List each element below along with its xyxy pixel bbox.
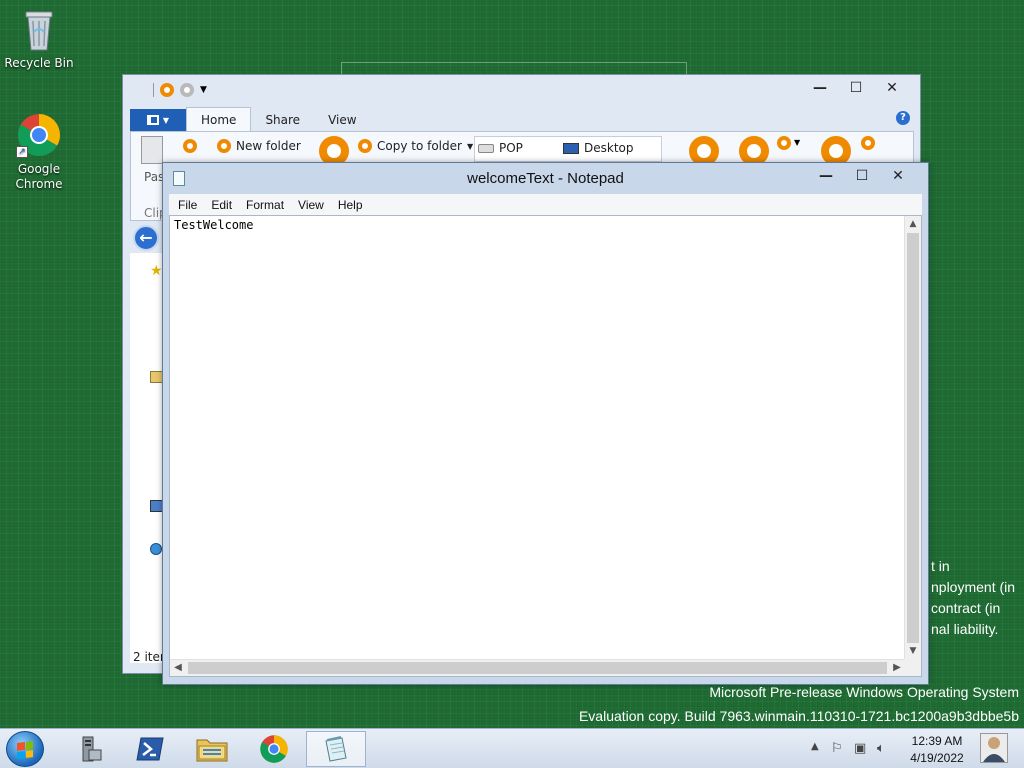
location-item[interactable]: POP [478, 141, 523, 155]
chevron-down-icon: ▼ [162, 115, 170, 125]
chevron-down-icon[interactable]: ▼ [200, 85, 207, 95]
menu-format[interactable]: Format [239, 198, 291, 212]
location-label: POP [499, 141, 523, 155]
ribbon-small-icon[interactable] [861, 136, 875, 150]
network-icon[interactable]: ▣ [854, 741, 866, 756]
scrollbar-corner [904, 659, 921, 676]
quick-access-toolbar: ▼ [153, 83, 207, 97]
notepad-window-controls: — ☐ ✕ [808, 165, 916, 187]
background-text-line: contract (in [931, 600, 1001, 616]
tab-view[interactable]: View [314, 109, 370, 131]
tab-home[interactable]: Home [186, 107, 252, 131]
notepad-menubar: File Edit Format View Help [169, 194, 922, 215]
scroll-up-icon[interactable]: ▲ [905, 216, 921, 232]
action-center-flag-icon[interactable]: ⚐ [831, 741, 843, 756]
menu-help[interactable]: Help [331, 198, 370, 212]
explorer-titlebar[interactable]: ▼ — ☐ ✕ [123, 75, 920, 105]
chevron-down-icon: ▼ [466, 141, 474, 151]
show-hidden-icons-button[interactable]: ▲ [811, 741, 819, 752]
system-tray: ▲ ⚐ ▣ 🔈︎ 12:39 AM 4/19/2022 [804, 729, 1024, 768]
chrome-icon [260, 735, 288, 763]
explorer-window-controls: — ☐ ✕ [802, 77, 910, 99]
chevron-down-icon[interactable]: ▼ [794, 138, 800, 147]
desktop-icon-google-chrome[interactable]: ↗ Google Chrome [1, 112, 77, 192]
clock-time: 12:39 AM [911, 734, 963, 748]
ribbon-small-icon[interactable] [183, 139, 197, 153]
location-label: Desktop [584, 141, 634, 155]
ribbon-small-icon[interactable] [777, 136, 791, 150]
minimize-button[interactable]: — [802, 77, 838, 99]
recycle-bin-icon [22, 6, 56, 52]
separator [153, 83, 154, 97]
notepad-icon [325, 736, 347, 762]
background-text-line: nployment (in [931, 579, 1016, 595]
back-button[interactable]: ← [133, 225, 159, 251]
copy-to-folder-button[interactable]: Copy to folder ▼ [358, 139, 473, 153]
quick-access-icon[interactable] [160, 83, 174, 97]
chrome-icon: ↗ [16, 112, 62, 158]
file-menu-button[interactable]: ▼ [130, 109, 186, 131]
horizontal-scroll-thumb[interactable] [188, 662, 887, 674]
taskbar-file-explorer[interactable] [182, 731, 242, 767]
maximize-button[interactable]: ☐ [838, 77, 874, 99]
server-manager-icon [82, 736, 102, 762]
file-menu-icon [146, 115, 159, 125]
paste-icon[interactable] [141, 136, 163, 164]
menu-view[interactable]: View [291, 198, 331, 212]
favorites-star-icon[interactable]: ★ [150, 263, 163, 279]
notepad-window: welcomeText - Notepad — ☐ ✕ File Edit Fo… [162, 162, 929, 685]
taskbar-powershell[interactable] [120, 731, 180, 767]
horizontal-scrollbar[interactable]: ◀ ▶ [170, 659, 905, 676]
taskbar-server-manager[interactable] [60, 731, 120, 767]
notepad-titlebar[interactable]: welcomeText - Notepad — ☐ ✕ [163, 163, 928, 193]
desktop-icon-recycle-bin[interactable]: Recycle Bin [1, 6, 77, 71]
minimize-button[interactable]: — [808, 165, 844, 187]
taskbar: ▲ ⚐ ▣ 🔈︎ 12:39 AM 4/19/2022 [0, 728, 1024, 768]
network-icon[interactable] [150, 543, 162, 555]
vertical-scrollbar[interactable]: ▲ ▼ [904, 216, 921, 659]
location-item[interactable]: Desktop [563, 141, 634, 155]
help-icon[interactable]: ? [896, 111, 910, 125]
close-button[interactable]: ✕ [880, 165, 916, 187]
new-folder-label: New folder [236, 139, 301, 153]
text-editor[interactable]: TestWelcome ▲ ▼ ◀ ▶ [169, 215, 922, 677]
windows-logo-icon [17, 741, 33, 759]
scroll-right-icon[interactable]: ▶ [889, 660, 905, 676]
taskbar-chrome[interactable] [244, 731, 304, 767]
background-text-line: t in [931, 558, 950, 574]
file-explorer-icon [196, 739, 228, 762]
copy-to-folder-icon [358, 139, 372, 153]
background-text-line: nal liability. [931, 621, 999, 637]
new-folder-button[interactable]: New folder [217, 139, 301, 153]
new-folder-icon [217, 139, 231, 153]
scroll-left-icon[interactable]: ◀ [170, 660, 186, 676]
watermark-line-1: Microsoft Pre-release Windows Operating … [709, 684, 1019, 700]
locations-gallery[interactable]: POP Desktop [474, 136, 662, 162]
desktop-icon [563, 142, 579, 154]
drive-icon [478, 143, 494, 153]
start-button[interactable] [6, 731, 44, 767]
quick-access-icon[interactable] [180, 83, 194, 97]
clock-date: 4/19/2022 [910, 751, 964, 765]
desktop-icon-label: Google Chrome [15, 162, 63, 191]
maximize-button[interactable]: ☐ [844, 165, 880, 187]
watermark-line-2: Evaluation copy. Build 7963.winmain.1103… [578, 708, 1019, 724]
menu-file[interactable]: File [171, 198, 204, 212]
powershell-icon [136, 737, 164, 761]
vertical-scroll-thumb[interactable] [907, 233, 919, 643]
editor-content[interactable]: TestWelcome [174, 218, 253, 232]
desktop-icon-label: Recycle Bin [4, 56, 74, 70]
clock[interactable]: 12:39 AM 4/19/2022 [905, 733, 969, 767]
shortcut-arrow-icon: ↗ [16, 146, 28, 158]
ribbon-tabs: ▼ Home Share View [130, 107, 914, 131]
user-avatar-icon[interactable] [980, 733, 1008, 763]
taskbar-notepad[interactable] [306, 731, 366, 767]
volume-muted-icon[interactable]: 🔈︎ [877, 741, 885, 756]
scroll-down-icon[interactable]: ▼ [905, 643, 921, 659]
copy-to-folder-label: Copy to folder [377, 139, 462, 153]
tab-share[interactable]: Share [251, 109, 314, 131]
close-button[interactable]: ✕ [874, 77, 910, 99]
menu-edit[interactable]: Edit [204, 198, 239, 212]
